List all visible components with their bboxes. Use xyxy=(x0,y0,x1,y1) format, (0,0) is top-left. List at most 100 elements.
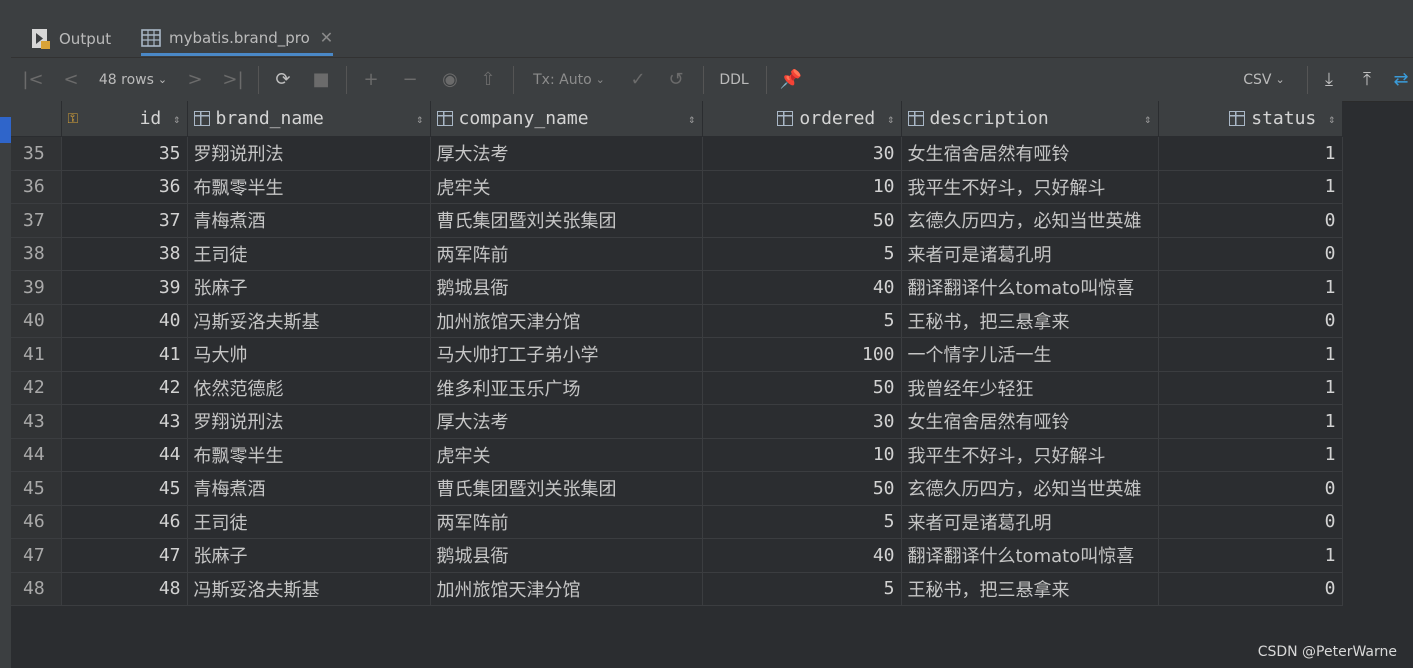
cell-status[interactable]: 1 xyxy=(1158,337,1343,372)
row-number[interactable]: 39 xyxy=(11,270,62,305)
table-row[interactable]: 39 39 张麻子 鹅城县衙 40 翻译翻译什么tomato叫惊喜 1 xyxy=(11,270,1343,305)
cell-brand-name[interactable]: 布飘零半生 xyxy=(187,170,431,204)
cell-company-name[interactable]: 厚大法考 xyxy=(430,404,703,439)
preview-changes-icon[interactable]: ◉ xyxy=(435,58,465,101)
cell-ordered[interactable]: 50 xyxy=(702,203,902,238)
cell-company-name[interactable]: 虎牢关 xyxy=(430,170,703,204)
cell-id[interactable]: 46 xyxy=(61,505,188,539)
cell-status[interactable]: 1 xyxy=(1158,538,1343,573)
cell-description[interactable]: 女生宿舍居然有哑铃 xyxy=(901,136,1159,171)
stop-icon[interactable]: ■ xyxy=(308,58,334,101)
table-row[interactable]: 43 43 罗翔说刑法 厚大法考 30 女生宿舍居然有哑铃 1 xyxy=(11,404,1343,439)
cell-ordered[interactable]: 30 xyxy=(702,404,902,439)
column-header-status[interactable]: status ⇕ xyxy=(1158,101,1343,137)
cell-id[interactable]: 47 xyxy=(61,538,188,573)
cell-brand-name[interactable]: 张麻子 xyxy=(187,270,431,305)
cell-id[interactable]: 45 xyxy=(61,471,188,506)
cell-brand-name[interactable]: 罗翔说刑法 xyxy=(187,404,431,439)
cell-id[interactable]: 38 xyxy=(61,237,188,271)
cell-id[interactable]: 35 xyxy=(61,136,188,171)
cell-status[interactable]: 1 xyxy=(1158,136,1343,171)
cell-ordered[interactable]: 40 xyxy=(702,270,902,305)
cell-company-name[interactable]: 曹氏集团暨刘关张集团 xyxy=(430,471,703,506)
cell-brand-name[interactable]: 青梅煮酒 xyxy=(187,471,431,506)
cell-description[interactable]: 来者可是诸葛孔明 xyxy=(901,237,1159,271)
upload-icon[interactable]: ⤒ xyxy=(1354,58,1380,101)
cell-brand-name[interactable]: 青梅煮酒 xyxy=(187,203,431,238)
tab-brand-pro[interactable]: mybatis.brand_pro ✕ xyxy=(141,22,334,56)
cell-status[interactable]: 0 xyxy=(1158,203,1343,238)
cell-brand-name[interactable]: 冯斯妥洛夫斯基 xyxy=(187,304,431,338)
cell-ordered[interactable]: 5 xyxy=(702,237,902,271)
cell-status[interactable]: 0 xyxy=(1158,505,1343,539)
cell-ordered[interactable]: 10 xyxy=(702,170,902,204)
cell-brand-name[interactable]: 依然范德彪 xyxy=(187,371,431,405)
cell-id[interactable]: 40 xyxy=(61,304,188,338)
sort-icon[interactable]: ⇕ xyxy=(887,112,894,126)
pin-icon[interactable]: 📌 xyxy=(777,58,805,101)
cell-brand-name[interactable]: 张麻子 xyxy=(187,538,431,573)
cell-id[interactable]: 44 xyxy=(61,438,188,472)
cell-description[interactable]: 我平生不好斗，只好解斗 xyxy=(901,438,1159,472)
table-row[interactable]: 44 44 布飘零半生 虎牢关 10 我平生不好斗，只好解斗 1 xyxy=(11,438,1343,472)
table-row[interactable]: 35 35 罗翔说刑法 厚大法考 30 女生宿舍居然有哑铃 1 xyxy=(11,136,1343,171)
cell-brand-name[interactable]: 马大帅 xyxy=(187,337,431,372)
cell-ordered[interactable]: 50 xyxy=(702,471,902,506)
cell-company-name[interactable]: 厚大法考 xyxy=(430,136,703,171)
cell-description[interactable]: 玄德久历四方，必知当世英雄 xyxy=(901,471,1159,506)
refresh-icon[interactable]: ⟳ xyxy=(269,58,297,101)
download-icon[interactable]: ⤓ xyxy=(1316,58,1342,101)
cell-id[interactable]: 42 xyxy=(61,371,188,405)
table-row[interactable]: 48 48 冯斯妥洛夫斯基 加州旅馆天津分馆 5 王秘书，把三悬拿来 0 xyxy=(11,572,1343,606)
next-page-icon[interactable]: > xyxy=(183,58,207,101)
cell-company-name[interactable]: 两军阵前 xyxy=(430,237,703,271)
cell-status[interactable]: 0 xyxy=(1158,304,1343,338)
table-row[interactable]: 47 47 张麻子 鹅城县衙 40 翻译翻译什么tomato叫惊喜 1 xyxy=(11,538,1343,573)
commit-icon[interactable]: ✓ xyxy=(625,58,651,101)
cell-company-name[interactable]: 两军阵前 xyxy=(430,505,703,539)
rows-count-dropdown[interactable]: 48 rows ⌄ xyxy=(95,58,171,101)
cell-company-name[interactable]: 马大帅打工子弟小学 xyxy=(430,337,703,372)
column-header-company-name[interactable]: company_name ⇕ xyxy=(430,101,703,137)
cell-description[interactable]: 女生宿舍居然有哑铃 xyxy=(901,404,1159,439)
compare-icon[interactable]: ⇄ xyxy=(1391,58,1411,101)
row-number[interactable]: 41 xyxy=(11,337,62,372)
cell-description[interactable]: 我曾经年少轻狂 xyxy=(901,371,1159,405)
cell-description[interactable]: 王秘书，把三悬拿来 xyxy=(901,572,1159,606)
cell-brand-name[interactable]: 罗翔说刑法 xyxy=(187,136,431,171)
row-number[interactable]: 46 xyxy=(11,505,62,539)
cell-ordered[interactable]: 5 xyxy=(702,505,902,539)
row-number[interactable]: 37 xyxy=(11,203,62,238)
table-row[interactable]: 40 40 冯斯妥洛夫斯基 加州旅馆天津分馆 5 王秘书，把三悬拿来 0 xyxy=(11,304,1343,338)
row-number[interactable]: 38 xyxy=(11,237,62,271)
cell-company-name[interactable]: 虎牢关 xyxy=(430,438,703,472)
export-format-dropdown[interactable]: CSV ⌄ xyxy=(1237,58,1291,101)
sort-icon[interactable]: ⇕ xyxy=(416,112,423,126)
cell-company-name[interactable]: 鹅城县衙 xyxy=(430,270,703,305)
column-header-description[interactable]: description ⇕ xyxy=(901,101,1159,137)
cell-id[interactable]: 48 xyxy=(61,572,188,606)
sort-icon[interactable]: ⇕ xyxy=(173,112,180,126)
row-number[interactable]: 40 xyxy=(11,304,62,338)
row-number[interactable]: 45 xyxy=(11,471,62,506)
table-row[interactable]: 36 36 布飘零半生 虎牢关 10 我平生不好斗，只好解斗 1 xyxy=(11,170,1343,204)
cell-company-name[interactable]: 曹氏集团暨刘关张集团 xyxy=(430,203,703,238)
cell-brand-name[interactable]: 冯斯妥洛夫斯基 xyxy=(187,572,431,606)
cell-status[interactable]: 0 xyxy=(1158,471,1343,506)
cell-status[interactable]: 1 xyxy=(1158,371,1343,405)
cell-id[interactable]: 37 xyxy=(61,203,188,238)
cell-brand-name[interactable]: 布飘零半生 xyxy=(187,438,431,472)
cell-description[interactable]: 一个情字儿活一生 xyxy=(901,337,1159,372)
cell-description[interactable]: 王秘书，把三悬拿来 xyxy=(901,304,1159,338)
ddl-button[interactable]: DDL xyxy=(714,58,754,101)
cell-description[interactable]: 来者可是诸葛孔明 xyxy=(901,505,1159,539)
cell-company-name[interactable]: 维多利亚玉乐广场 xyxy=(430,371,703,405)
cell-ordered[interactable]: 30 xyxy=(702,136,902,171)
previous-page-icon[interactable]: < xyxy=(59,58,83,101)
cell-ordered[interactable]: 10 xyxy=(702,438,902,472)
last-page-icon[interactable]: >| xyxy=(219,58,247,101)
column-header-ordered[interactable]: ordered ⇕ xyxy=(702,101,902,137)
row-number[interactable]: 48 xyxy=(11,572,62,606)
submit-icon[interactable]: ⇧ xyxy=(475,58,501,101)
cell-ordered[interactable]: 40 xyxy=(702,538,902,573)
